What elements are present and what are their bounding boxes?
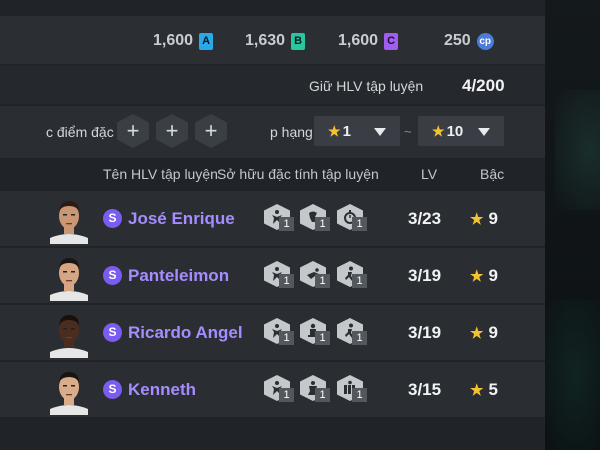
training-trait[interactable]: 1	[337, 204, 371, 232]
table-row[interactable]: S Panteleimon 1 1 1 3/19 ★ 9	[0, 248, 545, 303]
header-grade[interactable]: Bậc	[480, 166, 504, 182]
coach-level: 3/15	[408, 380, 442, 399]
avatar	[50, 367, 88, 415]
currency-item: 1,630 B	[245, 32, 306, 50]
training-trait[interactable]: 1	[300, 375, 334, 403]
header-traits[interactable]: Sở hữu đặc tính tập luyện	[217, 166, 379, 182]
training-trait[interactable]: 1	[300, 318, 334, 346]
rank-from-value: 1	[342, 122, 351, 140]
header-name[interactable]: Tên HLV tập luyện	[103, 166, 218, 182]
trait-level: 1	[352, 217, 367, 231]
training-trait[interactable]: 1	[300, 204, 334, 232]
star-icon: ★	[328, 122, 341, 139]
currency-b-icon: B	[291, 32, 306, 50]
coach-level: 3/19	[408, 266, 442, 285]
rank-to-select[interactable]: ★ 10	[418, 116, 504, 146]
avatar	[50, 310, 88, 358]
background-glow	[545, 300, 600, 450]
coach-rank-badge: S	[103, 380, 122, 399]
trait-level: 1	[352, 274, 367, 288]
coach-name: José Enrique	[128, 209, 235, 228]
table-row[interactable]: S Ricardo Angel 1 1 1 3/19 ★ 9	[0, 305, 545, 360]
trait-level: 1	[279, 331, 294, 345]
trait-level: 1	[352, 331, 367, 345]
coach-grade: ★ 9	[470, 323, 498, 343]
rank-filter-label: p hạng	[270, 124, 313, 140]
coach-grade-value: 9	[488, 266, 498, 285]
training-trait[interactable]: 1	[300, 261, 334, 289]
chevron-down-icon	[478, 128, 490, 136]
table-row[interactable]: S José Enrique 1 1 1 3/23 ★ 9	[0, 191, 545, 246]
star-icon: ★	[470, 211, 484, 228]
trait-level: 1	[352, 388, 367, 402]
coach-grade-value: 9	[488, 209, 498, 228]
training-trait[interactable]: 1	[264, 375, 298, 403]
chevron-down-icon	[374, 128, 386, 136]
currency-c-icon: C	[384, 32, 399, 50]
header-lv[interactable]: LV	[421, 166, 437, 182]
currency-item: 1,600 C	[338, 32, 399, 50]
coin-icon: cp	[476, 32, 494, 50]
trait-level: 1	[279, 388, 294, 402]
coach-grade: ★ 9	[470, 266, 498, 286]
trait-level: 1	[315, 331, 330, 345]
training-trait[interactable]: 1	[337, 375, 371, 403]
training-trait[interactable]: 1	[337, 261, 371, 289]
coach-name: Ricardo Angel	[128, 323, 243, 342]
trait-level: 1	[315, 217, 330, 231]
trait-level: 1	[315, 388, 330, 402]
currency-value: 1,630	[245, 32, 286, 49]
background-right	[545, 0, 600, 450]
coach-rank-badge: S	[103, 209, 122, 228]
coach-grade: ★ 9	[470, 209, 498, 229]
currency-item: 250 cp	[444, 32, 494, 50]
trait-level: 1	[279, 274, 294, 288]
currency-a-icon: A	[199, 32, 214, 50]
coach-grade-value: 9	[488, 323, 498, 342]
star-icon: ★	[470, 382, 484, 399]
trait-level: 1	[315, 274, 330, 288]
range-separator: ~	[404, 124, 412, 139]
coach-level: 3/23	[408, 209, 442, 228]
rank-from-select[interactable]: ★ 1	[314, 116, 400, 146]
currency-item: 1,600 A	[153, 32, 214, 50]
training-trait[interactable]: 1	[264, 261, 298, 289]
coach-rank-badge: S	[103, 323, 122, 342]
rank-to-value: 10	[446, 122, 464, 140]
currency-value: 1,600	[153, 32, 194, 49]
coach-level: 3/19	[408, 323, 442, 342]
currency-value: 250	[444, 32, 471, 49]
table-row[interactable]: S Kenneth 1 1 1 3/15 ★ 5	[0, 362, 545, 417]
training-trait[interactable]: 1	[264, 204, 298, 232]
star-icon: ★	[470, 268, 484, 285]
coach-rank-badge: S	[103, 266, 122, 285]
coach-grade: ★ 5	[470, 380, 498, 400]
coach-grade-value: 5	[488, 380, 498, 399]
trait-filter-label: c điểm đặc	[46, 124, 114, 140]
star-icon: ★	[432, 122, 445, 139]
currency-value: 1,600	[338, 32, 379, 49]
coach-name: Panteleimon	[128, 266, 230, 285]
training-trait[interactable]: 1	[264, 318, 298, 346]
keep-coach-row: Giữ HLV tập luyện 4/200	[0, 66, 545, 104]
trait-level: 1	[279, 217, 294, 231]
training-trait[interactable]: 1	[337, 318, 371, 346]
coach-list-panel: 1,600 A 1,630 B 1,600 C 250 cp Giữ HLV tập luyệ…	[0, 0, 545, 450]
keep-coach-count: 4/200	[462, 76, 505, 95]
coach-name: Kenneth	[128, 380, 196, 399]
avatar	[50, 253, 88, 301]
star-icon: ★	[470, 325, 484, 342]
background-glow	[555, 90, 600, 210]
keep-coach-label: Giữ HLV tập luyện	[309, 78, 424, 94]
avatar	[50, 196, 88, 244]
